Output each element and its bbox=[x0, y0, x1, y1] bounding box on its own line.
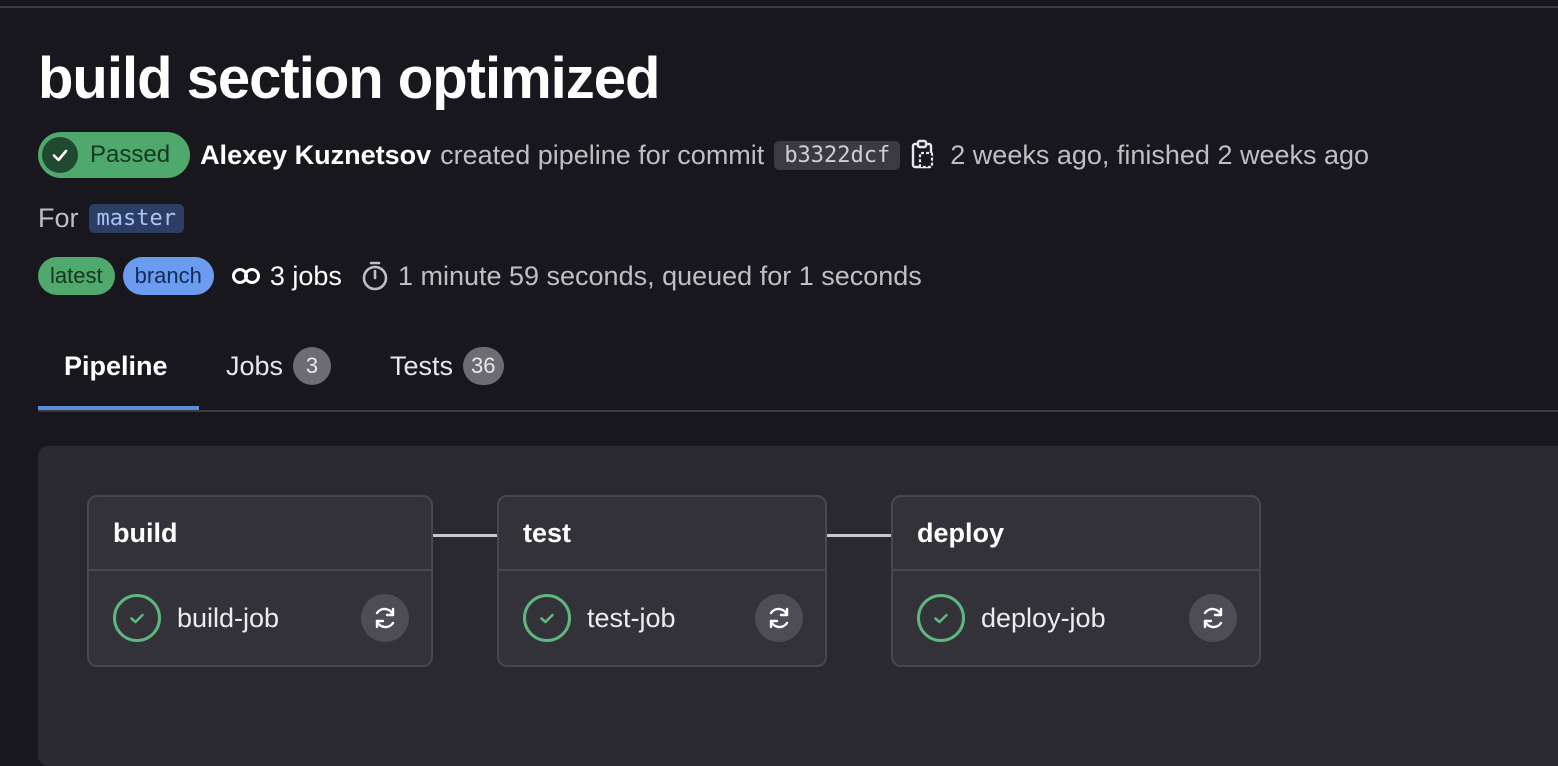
check-circle-icon bbox=[42, 137, 78, 173]
for-label: For bbox=[38, 202, 79, 233]
pipeline-timing: 2 weeks ago, finished 2 weeks ago bbox=[950, 139, 1370, 170]
stage-test: test test-job bbox=[497, 495, 827, 667]
stage-name: deploy bbox=[893, 497, 1259, 571]
latest-badge[interactable]: latest bbox=[38, 257, 115, 295]
stage-name: test bbox=[499, 497, 825, 571]
branch-badge[interactable]: branch bbox=[122, 257, 214, 295]
pipeline-tabs: Pipeline Jobs 3 Tests 36 bbox=[38, 322, 1558, 412]
job-name: build-job bbox=[177, 602, 280, 633]
retry-button[interactable] bbox=[1189, 594, 1237, 642]
stage-build: build build-job bbox=[87, 495, 433, 667]
stage-name: build bbox=[89, 497, 431, 571]
pipeline-labels-row: latest branch 3 jobs 1 minute 59 seconds… bbox=[38, 256, 922, 296]
check-circle-icon bbox=[917, 594, 965, 642]
action-text: created pipeline for commit bbox=[440, 139, 765, 170]
stage-connector bbox=[827, 534, 891, 537]
retry-icon bbox=[1203, 607, 1223, 629]
author-link[interactable]: Alexey Kuznetsov bbox=[200, 140, 431, 171]
job-name: deploy-job bbox=[981, 602, 1106, 633]
tab-jobs[interactable]: Jobs 3 bbox=[226, 322, 332, 410]
branch-ref-link[interactable]: master bbox=[88, 203, 184, 233]
stopwatch-icon bbox=[362, 261, 388, 291]
pipeline-meta-row: Passed Alexey Kuznetsov created pipeline… bbox=[38, 131, 1369, 179]
jobs-count: 3 jobs bbox=[230, 261, 342, 292]
retry-button[interactable] bbox=[361, 594, 409, 642]
status-badge[interactable]: Passed bbox=[38, 132, 191, 178]
stage-deploy: deploy deploy-job bbox=[891, 495, 1261, 667]
retry-button[interactable] bbox=[755, 594, 803, 642]
tab-jobs-label: Jobs bbox=[226, 350, 284, 381]
top-divider bbox=[0, 6, 1558, 8]
link-icon bbox=[231, 268, 260, 284]
duration-text: 1 minute 59 seconds, queued for 1 second… bbox=[397, 260, 922, 291]
commit-sha-link[interactable]: b3322dcf bbox=[774, 140, 901, 170]
job-build[interactable]: build-job bbox=[89, 571, 431, 665]
check-circle-icon bbox=[523, 594, 571, 642]
active-tab-indicator bbox=[38, 406, 199, 410]
ref-row: For master bbox=[38, 198, 184, 238]
job-name: test-job bbox=[587, 602, 676, 633]
jobs-count-badge: 3 bbox=[293, 347, 332, 385]
stage-connector bbox=[433, 534, 497, 537]
retry-icon bbox=[769, 607, 789, 629]
tab-pipeline[interactable]: Pipeline bbox=[64, 322, 168, 410]
job-test[interactable]: test-job bbox=[499, 571, 825, 665]
jobs-count-text: 3 jobs bbox=[269, 260, 342, 291]
page-title: build section optimized bbox=[38, 46, 660, 111]
duration: 1 minute 59 seconds, queued for 1 second… bbox=[360, 260, 922, 292]
retry-icon bbox=[375, 607, 395, 629]
tests-count-badge: 36 bbox=[463, 347, 504, 385]
clipboard-icon[interactable] bbox=[910, 139, 936, 171]
tab-tests-label: Tests bbox=[390, 350, 454, 381]
job-deploy[interactable]: deploy-job bbox=[893, 571, 1259, 665]
check-circle-icon bbox=[113, 594, 161, 642]
status-label: Passed bbox=[90, 141, 171, 168]
tab-pipeline-label: Pipeline bbox=[64, 350, 168, 381]
tab-tests[interactable]: Tests 36 bbox=[390, 322, 504, 410]
